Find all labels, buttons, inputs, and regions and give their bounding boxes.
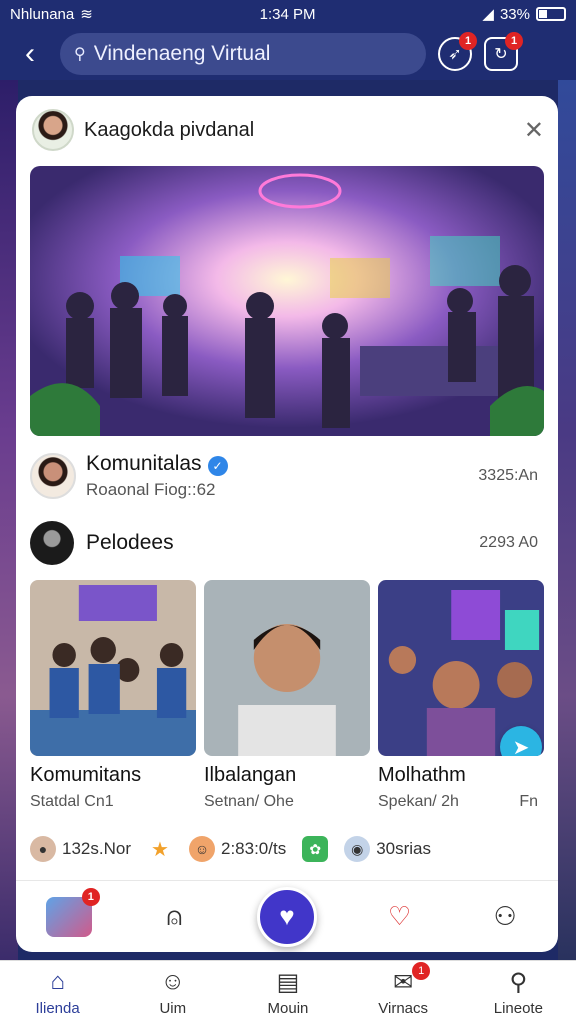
status-bar: Nhlunana ≋ 1:34 PM ◢ 33%	[0, 0, 576, 28]
post-card: Kaagokda pivdanal ✕ Komunitalas ✓ Roaona…	[16, 96, 558, 952]
bottom-nav: ⌂ Ilienda ☺ Uim ▤ Mouin ✉ 1 Virnacs ⚲ Li…	[0, 960, 576, 1024]
second-row-time: 2293 A0	[479, 534, 538, 551]
share-action-button[interactable]: ➶ 1	[438, 32, 477, 71]
top-bar: ‹ ⚲ ➶ 1 ↻ 1	[0, 28, 576, 80]
refresh-icon: ↻	[494, 46, 508, 63]
nav-person[interactable]: ⚲ Lineote	[473, 968, 563, 1018]
nav-profile[interactable]: ☺ Uim	[128, 968, 218, 1017]
caption-3[interactable]: Molhathm Spekan/ 2h Fn	[378, 764, 544, 811]
search-icon: ⚲	[74, 46, 86, 63]
carrier-label: Nhlunana	[10, 5, 75, 23]
nav-list[interactable]: ▤ Mouin	[243, 968, 333, 1018]
user-avatar-icon: ●	[30, 836, 56, 862]
nav-person-label: Lineote	[493, 1000, 543, 1017]
caption-2[interactable]: Ilbalangan Setnan/ Ohe	[204, 764, 370, 811]
stat-series-text: 30srias	[376, 839, 432, 858]
stat-app[interactable]: ✿	[302, 836, 329, 862]
gallery-badge: 1	[81, 887, 100, 906]
stat-series[interactable]: ◉ 30srias	[344, 836, 431, 862]
back-button[interactable]: ‹	[12, 36, 48, 72]
thumbnail-2-image	[204, 580, 370, 756]
nav-profile-label: Uim	[159, 1000, 187, 1017]
battery-label: 33%	[499, 5, 530, 23]
close-icon[interactable]: ✕	[524, 116, 544, 145]
group-avatar[interactable]	[30, 521, 74, 565]
caption-2-title: Ilbalangan	[204, 764, 297, 786]
heart-icon: ♡	[387, 901, 412, 931]
home-icon: ⌂	[50, 968, 65, 995]
thumbnail-captions: Komumitans Statdal Cn1 Ilbalangan Setnan…	[30, 764, 544, 811]
profile-icon: ☺	[160, 968, 186, 995]
search-box[interactable]: ⚲	[60, 33, 426, 75]
like-button[interactable]: ♡	[377, 894, 423, 940]
second-row-title: Pelodees	[86, 531, 174, 554]
author-avatar[interactable]	[32, 109, 74, 151]
second-row[interactable]: Pelodees 2293 A0	[30, 520, 544, 566]
background-strip-right	[558, 80, 576, 960]
notification-badge: 1	[459, 32, 477, 50]
caption-1-subtitle: Statdal Cn1	[30, 793, 114, 810]
chat-icon: ✉	[393, 968, 414, 996]
stat-time-text: 2:83:0/ts	[220, 839, 287, 858]
nav-chat-badge: 1	[412, 962, 431, 980]
person-icon: ⚲	[509, 968, 528, 996]
stat-time[interactable]: ☺ 2:83:0/ts	[188, 836, 287, 862]
card-header: Kaagokda pivdanal	[32, 108, 254, 152]
nav-home-label: Ilienda	[35, 1000, 80, 1017]
caption-3-subtitle-text: Spekan/ 2h	[378, 793, 459, 810]
list-icon: ▤	[276, 968, 300, 996]
thumbnail-1[interactable]	[30, 580, 196, 756]
clock: 1:34 PM	[259, 5, 316, 23]
caption-3-extra: Fn	[519, 793, 538, 810]
card-action-bar: 1 ⍝ ♥ ♡ ⚇	[16, 880, 558, 952]
signal-icon: ◢	[482, 6, 494, 23]
profile-action-button[interactable]: ↻ 1	[484, 32, 523, 71]
person-outline-icon: ⚇	[493, 901, 517, 931]
nav-list-label: Mouin	[267, 1000, 309, 1017]
card-title: Kaagokda pivdanal	[84, 118, 255, 141]
green-app-icon: ✿	[302, 836, 329, 862]
nav-chat[interactable]: ✉ 1 Virnacs	[358, 962, 448, 1017]
wifi-icon: ≋	[80, 6, 93, 23]
caption-3-subtitle: Spekan/ 2h Fn	[378, 793, 544, 811]
thumbnail-2[interactable]	[204, 580, 370, 756]
face-emoji-icon: ☺	[188, 836, 215, 862]
verified-icon: ✓	[207, 455, 228, 476]
star-icon: ★	[151, 838, 169, 861]
nav-home[interactable]: ⌂ Ilienda	[13, 968, 103, 1017]
community-avatar[interactable]	[30, 453, 76, 499]
battery-icon	[536, 7, 566, 21]
send-icon: ➤	[512, 736, 530, 757]
search-input[interactable]	[93, 42, 394, 66]
share-arrow-icon: ➶	[448, 46, 462, 63]
bubble-icon: ◉	[344, 836, 371, 862]
caption-1-title: Komumitans	[30, 764, 142, 786]
stat-members[interactable]: ● 132s.Nor	[30, 836, 131, 862]
profile-badge: 1	[505, 32, 523, 50]
nav-chat-label: Virnacs	[378, 1000, 429, 1017]
user-search-icon: ⍝	[166, 900, 183, 931]
post-title: Komunitalas	[86, 452, 202, 475]
thumbnail-3[interactable]: ➤	[378, 580, 544, 756]
post-row[interactable]: Komunitalas ✓ Roaonal Fiog::62 3325:An	[30, 448, 544, 504]
profile-button[interactable]: ⚇	[482, 894, 528, 940]
thumbnail-strip: ➤	[30, 580, 544, 756]
gallery-button[interactable]: 1	[45, 887, 100, 940]
post-subtitle: Roaonal Fiog::62	[86, 480, 216, 499]
hero-image[interactable]	[30, 166, 544, 436]
caption-2-subtitle: Setnan/ Ohe	[204, 793, 294, 810]
caption-3-title: Molhathm	[378, 764, 466, 786]
stat-star[interactable]: ★	[147, 836, 173, 862]
pin-heart-icon: ♥	[279, 901, 295, 931]
stat-members-text: 132s.Nor	[62, 839, 131, 858]
hero-illustration	[30, 166, 544, 436]
create-post-button[interactable]: ♥	[256, 886, 317, 947]
post-time: 3325:An	[478, 467, 538, 484]
stats-row: ● 132s.Nor ★ ☺ 2:83:0/ts ✿ ◉ 30srias	[30, 834, 544, 864]
thumbnail-1-image	[30, 580, 196, 756]
caption-1[interactable]: Komumitans Statdal Cn1	[30, 764, 196, 811]
search-user-button[interactable]: ⍝	[151, 894, 197, 940]
